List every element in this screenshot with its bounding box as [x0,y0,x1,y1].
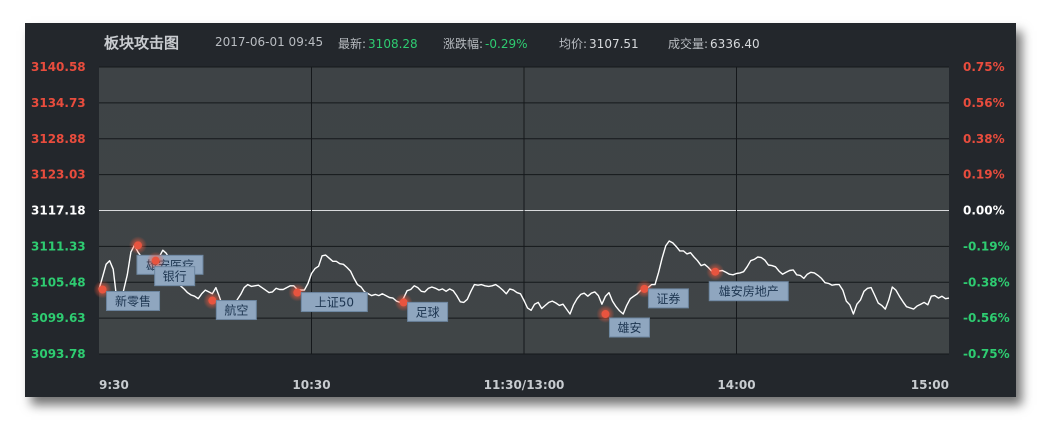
x-axis: 9:30 10:30 11:30/13:00 14:00 15:00 [99,378,949,392]
x-tick-label: 10:30 [292,378,330,392]
marker-dot [711,267,720,276]
annotation-label: 雄安 [617,320,641,335]
y-tick-right: -0.75% [963,347,1010,361]
marker-dot [399,298,408,307]
x-tick-label: 15:00 [911,378,949,392]
chart-panel: 板块攻击图 2017-06-01 09:45 最新: 3108.28 涨跌幅: -0… [25,23,1016,397]
annotation-label: 银行 [163,270,187,284]
annotation-label: 新零售 [115,293,151,308]
y-tick-left: 3140.58 [31,60,86,74]
y-tick-left: 3134.73 [31,96,86,110]
marker-dot [601,310,610,319]
y-tick-left: 3128.88 [31,132,86,146]
x-tick-label: 9:30 [99,378,129,392]
y-tick-right: -0.56% [963,311,1010,325]
annotation-label: 证券 [656,291,680,306]
y-tick-right: -0.19% [963,239,1010,253]
marker-dot [133,241,142,250]
y-tick-right: -0.38% [963,275,1010,289]
x-tick-label: 11:30/13:00 [484,378,565,392]
y-tick-left: 3123.03 [31,168,86,182]
y-tick-right: 0.00% [963,204,1005,218]
y-tick-left: 3099.63 [31,311,86,325]
x-tick-label: 14:00 [717,378,755,392]
marker-dot [151,256,160,265]
marker-dot [293,288,302,297]
marker-dot [640,284,649,293]
y-tick-right: 0.19% [963,168,1005,182]
annotation-label: 航空 [224,303,248,318]
marker-dot [98,285,107,294]
y-tick-left: 3105.48 [31,275,86,289]
y-tick-left: 3093.78 [31,347,86,361]
y-tick-left: 3111.33 [31,239,86,253]
line-chart: 3140.58 3134.73 3128.88 3123.03 3117.18 3111.… [31,60,1010,392]
y-axis-right: 0.75% 0.56% 0.38% 0.19% 0.00% -0.19% -0.38% -0.… [963,60,1010,361]
y-tick-right: 0.38% [963,132,1005,146]
marker-dot [208,296,217,305]
y-tick-right: 0.75% [963,60,1005,74]
annotation-label: 足球 [416,305,440,319]
y-tick-right: 0.56% [963,96,1005,110]
annotation-label: 上证50 [315,296,354,310]
y-axis-left: 3140.58 3134.73 3128.88 3123.03 3117.18 3111.… [31,60,86,361]
annotation-label: 雄安房地产 [719,284,779,299]
y-tick-left: 3117.18 [31,204,86,218]
